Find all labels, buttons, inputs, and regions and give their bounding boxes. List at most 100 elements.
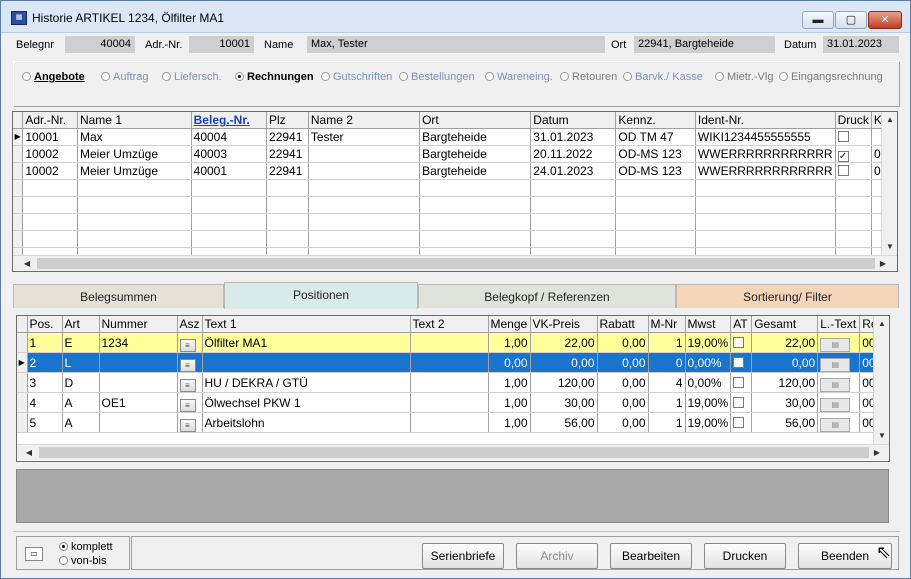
at-checkbox[interactable]: [733, 396, 745, 408]
ort-value: 22941, Bargteheide: [634, 36, 775, 53]
table-row[interactable]: 10002 Meier Umzüge 40001 22941 Bargtehei…: [13, 162, 898, 180]
long-text-icon[interactable]: ▤: [820, 418, 851, 432]
tab-belegkopf-referenzen[interactable]: Belegkopf / Referenzen: [418, 284, 676, 308]
scroll-down-arrow[interactable]: ▼: [882, 239, 898, 255]
radio-retouren[interactable]: Retouren: [560, 71, 617, 83]
radio-bestellungen[interactable]: Bestellungen: [399, 71, 475, 83]
tab-belegsummen[interactable]: Belegsummen: [13, 284, 224, 308]
col-datum[interactable]: Datum: [530, 112, 617, 129]
positions-vertical-scrollbar[interactable]: ▲ ▼: [873, 316, 889, 444]
scroll-up-arrow[interactable]: ▲: [882, 112, 898, 128]
col-name2[interactable]: Name 2: [308, 112, 421, 129]
druck-checkbox[interactable]: [837, 131, 849, 142]
cell-nummer: [99, 372, 178, 393]
serienbriefe-button[interactable]: Serienbriefe: [422, 543, 504, 569]
col-belegnr[interactable]: Beleg.-Nr.: [191, 112, 268, 129]
tab-sortierung-filter[interactable]: Sortierung/ Filter: [676, 284, 899, 308]
at-checkbox[interactable]: [733, 336, 745, 348]
radio-von-bis[interactable]: von-bis: [59, 555, 106, 567]
table-row[interactable]: 4 A OE1 ≡ Ölwechsel PKW 1 1,00 30,00 0,0…: [17, 392, 881, 413]
col-asz[interactable]: Asz: [177, 316, 203, 333]
cell-rabatt: 0,00: [597, 332, 649, 353]
text-lines-icon[interactable]: ≡: [179, 418, 196, 432]
col-adrnr[interactable]: Adr.-Nr.: [22, 112, 78, 129]
bearbeiten-button[interactable]: Bearbeiten: [610, 543, 692, 569]
documents-horizontal-scrollbar[interactable]: ◀ ▶: [13, 255, 897, 271]
table-row[interactable]: 5 A ≡ Arbeitslohn 1,00 56,00 0,00 1 19,0…: [17, 412, 881, 433]
table-row[interactable]: ▶ 2 L ≡ 0,00 0,00 0,00 0 0,00% 0,00 ▤ 00: [17, 352, 881, 373]
scroll-left-arrow[interactable]: ◀: [21, 445, 37, 461]
list-icon[interactable]: ▭: [25, 547, 43, 561]
col-name1[interactable]: Name 1: [77, 112, 192, 129]
col-gesamt[interactable]: Gesamt: [751, 316, 819, 333]
col-ltext[interactable]: L.-Text: [817, 316, 861, 333]
at-checkbox[interactable]: [733, 356, 745, 368]
long-text-icon[interactable]: ▤: [820, 358, 851, 372]
scroll-left-arrow[interactable]: ◀: [19, 256, 35, 272]
scroll-up-arrow[interactable]: ▲: [874, 316, 890, 332]
scroll-right-arrow[interactable]: ▶: [869, 445, 885, 461]
tab-positionen[interactable]: Positionen: [224, 282, 418, 309]
document-type-selector: Angebote Auftrag Liefersch. Rechnungen G…: [13, 61, 900, 107]
text-lines-icon[interactable]: ≡: [179, 358, 196, 372]
scroll-down-arrow[interactable]: ▼: [874, 428, 890, 444]
col-art[interactable]: Art: [62, 316, 100, 333]
archiv-button[interactable]: Archiv: [516, 543, 598, 569]
col-plz[interactable]: Plz: [266, 112, 309, 129]
text-lines-icon[interactable]: ≡: [179, 398, 196, 412]
table-row[interactable]: ▶ 10001 Max 40004 22941 Tester Bargtehei…: [13, 128, 898, 146]
col-rabatt[interactable]: Rabatt: [597, 316, 649, 333]
documents-vertical-scrollbar[interactable]: ▲ ▼: [881, 112, 897, 255]
cell-vk-preis: 56,00: [530, 412, 598, 433]
col-text2[interactable]: Text 2: [410, 316, 489, 333]
col-mwst[interactable]: Mwst: [685, 316, 732, 333]
col-druck[interactable]: Druck: [835, 112, 872, 129]
at-checkbox[interactable]: [733, 416, 745, 428]
maximize-button[interactable]: ▢: [835, 11, 867, 29]
long-text-icon[interactable]: ▤: [820, 378, 851, 392]
radio-lieferschein[interactable]: Liefersch.: [162, 71, 222, 83]
drucken-button[interactable]: Drucken: [704, 543, 786, 569]
col-nummer[interactable]: Nummer: [99, 316, 178, 333]
col-ort[interactable]: Ort: [419, 112, 532, 129]
scroll-thumb[interactable]: [39, 447, 869, 458]
window-title: Historie ARTIKEL 1234, Ölfilter MA1: [32, 11, 225, 25]
empty-row: [13, 230, 898, 248]
table-row[interactable]: 10002 Meier Umzüge 40003 22941 Bargtehei…: [13, 145, 898, 163]
table-row[interactable]: 1 E 1234 ≡ Ölfilter MA1 1,00 22,00 0,00 …: [17, 332, 881, 353]
long-text-icon[interactable]: ▤: [820, 338, 851, 352]
minimize-button[interactable]: ▬: [802, 11, 834, 29]
col-at[interactable]: AT: [730, 316, 753, 333]
druck-checkbox[interactable]: ✓: [837, 151, 849, 162]
cell-menge: 1,00: [488, 392, 531, 413]
radio-wareneingang[interactable]: Wareneing.: [485, 71, 553, 83]
radio-mietr-vlg[interactable]: Mietr.-Vlg: [715, 71, 773, 83]
close-button[interactable]: ✕: [868, 11, 902, 29]
at-checkbox[interactable]: [733, 376, 745, 388]
radio-eingangsrechnung[interactable]: Eingangsrechnung: [779, 71, 883, 83]
radio-angebote[interactable]: Angebote: [22, 71, 85, 83]
col-mnr[interactable]: M-Nr: [648, 316, 686, 333]
scroll-thumb[interactable]: [37, 258, 875, 269]
radio-rechnungen[interactable]: Rechnungen: [235, 71, 314, 83]
cell-mnr: 0: [648, 352, 686, 373]
druck-checkbox[interactable]: [837, 165, 849, 176]
radio-auftrag[interactable]: Auftrag: [101, 71, 148, 83]
text-lines-icon[interactable]: ≡: [179, 378, 196, 392]
positions-horizontal-scrollbar[interactable]: ◀ ▶: [17, 444, 889, 460]
long-text-icon[interactable]: ▤: [820, 398, 851, 412]
radio-komplett[interactable]: komplett: [59, 541, 113, 553]
text-lines-icon[interactable]: ≡: [179, 338, 196, 352]
scroll-right-arrow[interactable]: ▶: [875, 256, 891, 272]
col-pos[interactable]: Pos.: [27, 316, 63, 333]
cell-belegnr: 40001: [191, 162, 268, 180]
col-identnr[interactable]: Ident-Nr.: [695, 112, 836, 129]
col-kennz[interactable]: Kennz.: [615, 112, 696, 129]
cell-rabatt: 0,00: [597, 412, 649, 433]
col-vk-preis[interactable]: VK-Preis: [530, 316, 598, 333]
radio-barverkauf-kasse[interactable]: Barvk./ Kasse: [623, 71, 703, 83]
col-menge[interactable]: Menge: [488, 316, 531, 333]
table-row[interactable]: 3 D ≡ HU / DEKRA / GTÜ 1,00 120,00 0,00 …: [17, 372, 881, 393]
col-text1[interactable]: Text 1: [202, 316, 411, 333]
radio-gutschriften[interactable]: Gutschriften: [321, 71, 392, 83]
